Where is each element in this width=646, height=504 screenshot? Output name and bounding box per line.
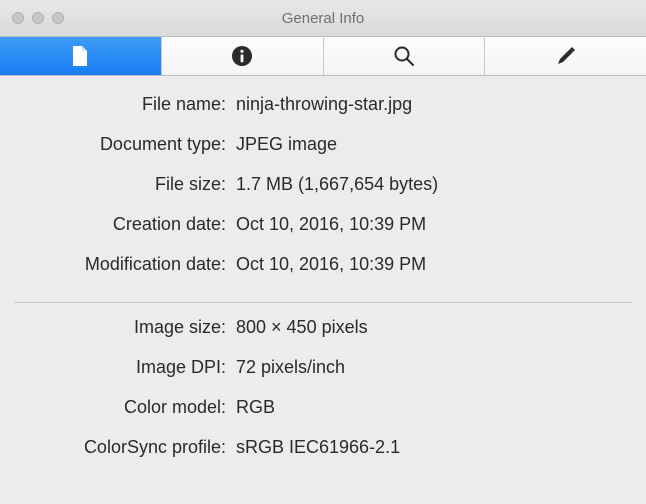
label-colorsync-profile: ColorSync profile: — [0, 437, 234, 458]
window-title: General Info — [0, 10, 646, 27]
file-tab[interactable] — [0, 37, 162, 75]
label-document-type: Document type: — [0, 134, 234, 155]
value-image-size: 800 × 450 pixels — [234, 317, 368, 338]
file-icon — [70, 45, 90, 67]
value-creation-date: Oct 10, 2016, 10:39 PM — [234, 214, 426, 235]
row-document-type: Document type: JPEG image — [0, 134, 646, 174]
value-file-size: 1.7 MB (1,667,654 bytes) — [234, 174, 438, 195]
label-modification-date: Modification date: — [0, 254, 234, 275]
section-divider — [14, 302, 632, 303]
value-colorsync-profile: sRGB IEC61966-2.1 — [234, 437, 400, 458]
row-modification-date: Modification date: Oct 10, 2016, 10:39 P… — [0, 254, 646, 294]
row-file-size: File size: 1.7 MB (1,667,654 bytes) — [0, 174, 646, 214]
search-tab[interactable] — [324, 37, 486, 75]
traffic-lights — [0, 12, 64, 24]
row-creation-date: Creation date: Oct 10, 2016, 10:39 PM — [0, 214, 646, 254]
info-tab[interactable] — [162, 37, 324, 75]
search-icon — [393, 45, 415, 67]
row-color-model: Color model: RGB — [0, 397, 646, 437]
toolbar — [0, 37, 646, 76]
row-colorsync-profile: ColorSync profile: sRGB IEC61966-2.1 — [0, 437, 646, 477]
value-file-name: ninja-throwing-star.jpg — [234, 94, 412, 115]
label-file-name: File name: — [0, 94, 234, 115]
row-image-dpi: Image DPI: 72 pixels/inch — [0, 357, 646, 397]
general-info-window: General Info — [0, 0, 646, 504]
label-file-size: File size: — [0, 174, 234, 195]
minimize-window-button[interactable] — [32, 12, 44, 24]
value-document-type: JPEG image — [234, 134, 337, 155]
value-color-model: RGB — [234, 397, 275, 418]
edit-tab[interactable] — [485, 37, 646, 75]
zoom-window-button[interactable] — [52, 12, 64, 24]
value-modification-date: Oct 10, 2016, 10:39 PM — [234, 254, 426, 275]
row-file-name: File name: ninja-throwing-star.jpg — [0, 94, 646, 134]
info-icon — [231, 45, 253, 67]
info-body: File name: ninja-throwing-star.jpg Docum… — [0, 76, 646, 504]
label-image-dpi: Image DPI: — [0, 357, 234, 378]
value-image-dpi: 72 pixels/inch — [234, 357, 345, 378]
label-creation-date: Creation date: — [0, 214, 234, 235]
titlebar: General Info — [0, 0, 646, 37]
label-color-model: Color model: — [0, 397, 234, 418]
label-image-size: Image size: — [0, 317, 234, 338]
row-image-size: Image size: 800 × 450 pixels — [0, 317, 646, 357]
pencil-icon — [555, 45, 577, 67]
close-window-button[interactable] — [12, 12, 24, 24]
